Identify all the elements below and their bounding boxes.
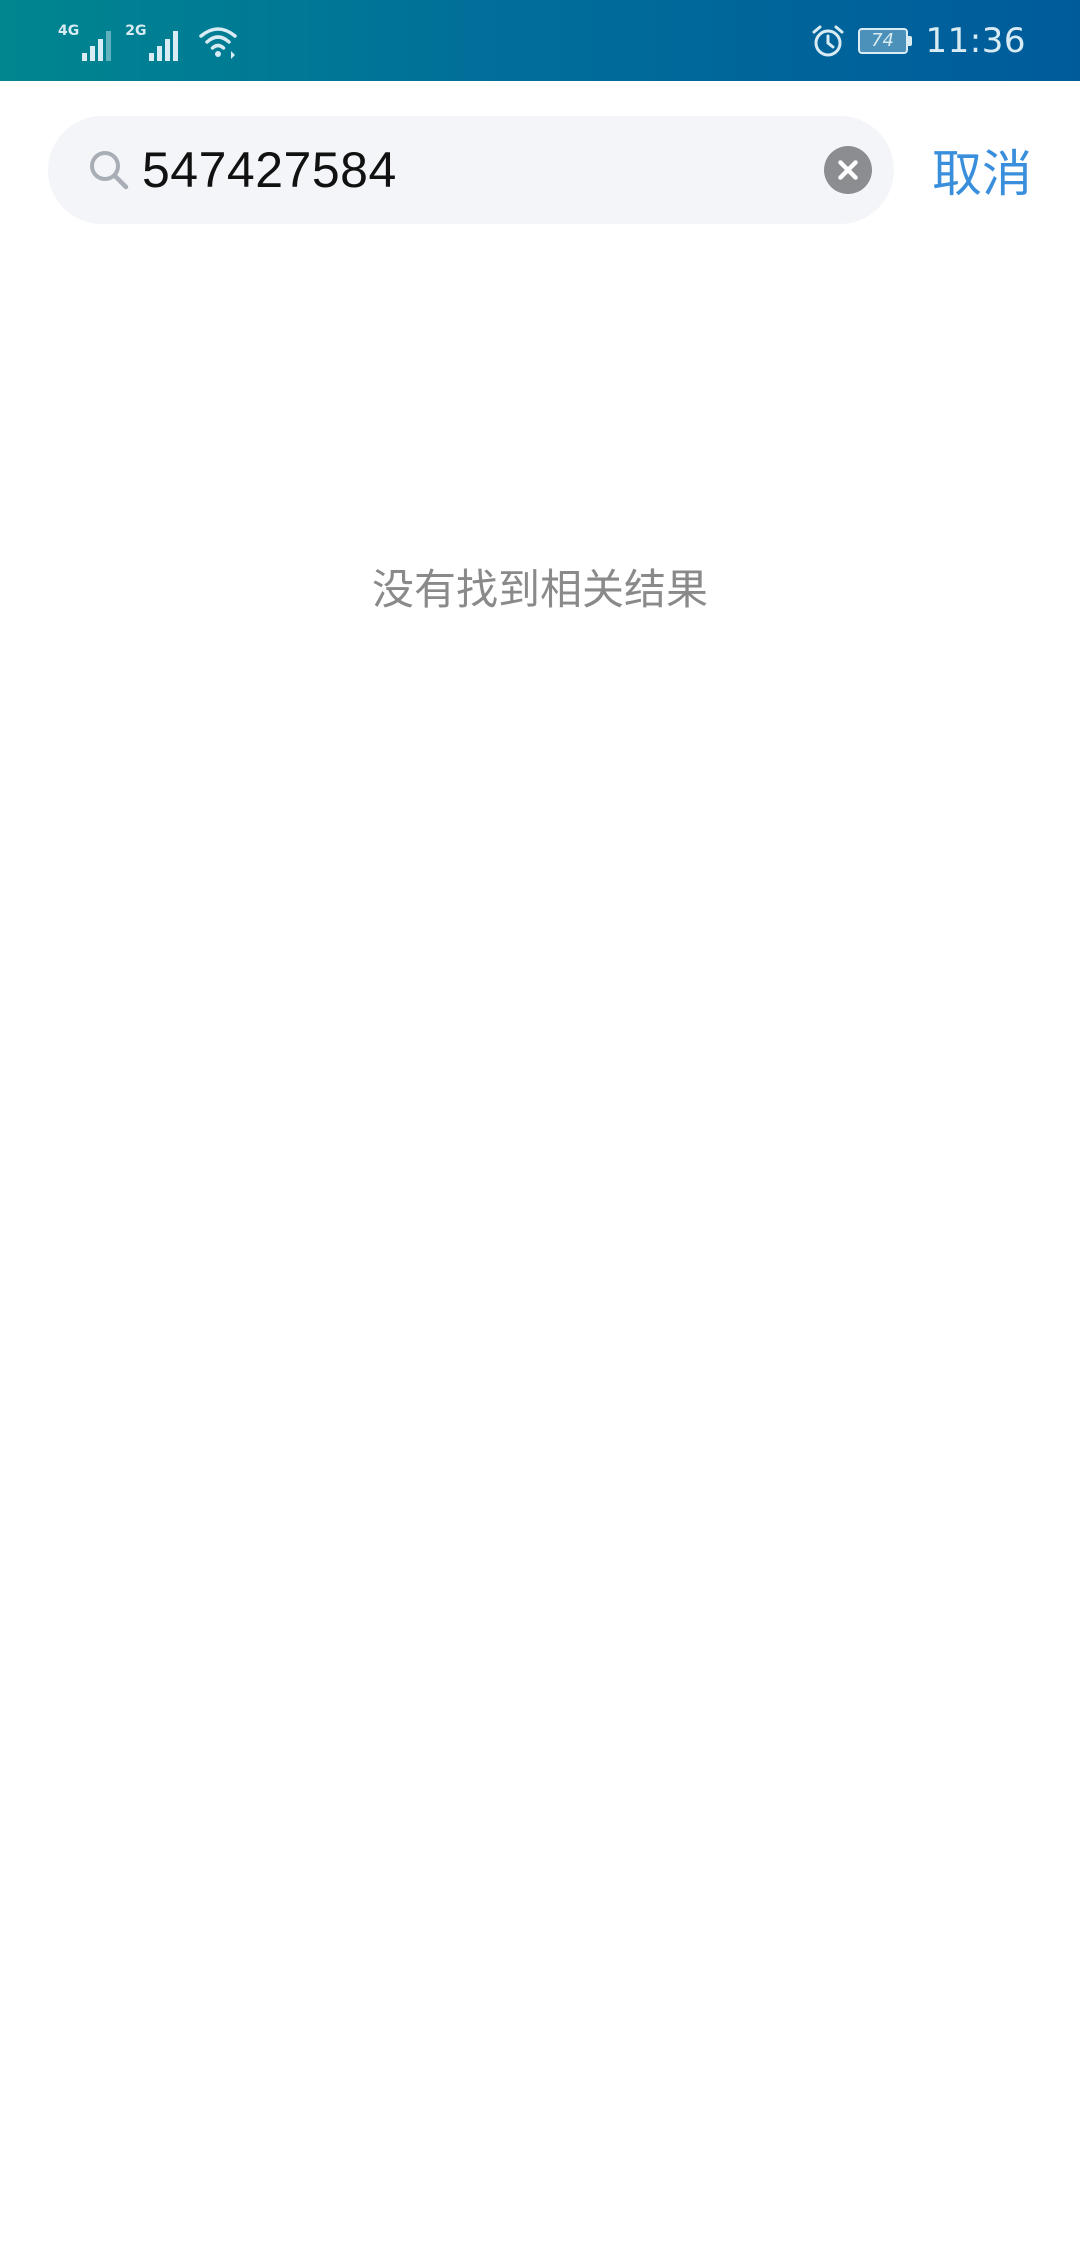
battery-icon: 74 — [857, 27, 912, 54]
status-time: 11:36 — [925, 20, 1026, 61]
search-input[interactable] — [142, 130, 824, 210]
signal-4g-label: 4G — [58, 22, 80, 39]
status-right: 74 11:36 — [810, 21, 1026, 61]
search-box[interactable] — [48, 116, 894, 224]
search-icon — [90, 151, 129, 190]
status-bar: 4G 2G 74 11:36 — [0, 0, 1080, 81]
search-header: 取消 — [48, 116, 1048, 224]
clear-icon — [838, 160, 858, 180]
signal-2g: 2G — [125, 21, 179, 61]
signal-icon — [82, 30, 112, 61]
signal-icon — [149, 30, 179, 61]
signal-4g: 4G — [58, 21, 112, 61]
cancel-button[interactable]: 取消 — [932, 134, 1032, 206]
empty-results-message: 没有找到相关结果 — [371, 565, 708, 614]
wifi-icon — [199, 26, 238, 59]
signal-2g-label: 2G — [125, 22, 147, 39]
alarm-icon — [812, 25, 844, 56]
status-left: 4G 2G — [58, 21, 238, 61]
clear-button[interactable] — [824, 146, 872, 194]
battery-level: 74 — [857, 27, 908, 54]
